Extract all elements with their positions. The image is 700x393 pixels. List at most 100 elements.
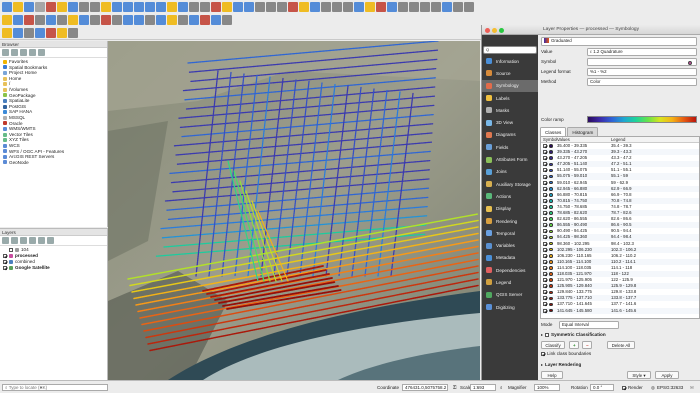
toolbar-button[interactable] <box>244 2 254 12</box>
class-visible-checkbox[interactable] <box>543 229 547 234</box>
remove-class-button[interactable]: − <box>582 341 592 349</box>
expand-all-icon[interactable] <box>29 237 36 244</box>
toolbar-button[interactable] <box>57 2 67 12</box>
class-symbol-swatch[interactable] <box>549 229 553 234</box>
toolbar-button[interactable] <box>24 2 34 12</box>
toolbar-button[interactable] <box>112 15 122 25</box>
toolbar-button[interactable] <box>167 15 177 25</box>
toolbar-button[interactable] <box>2 15 12 25</box>
browser-item[interactable]: GeoNode <box>0 160 107 166</box>
class-visible-checkbox[interactable] <box>543 284 547 289</box>
toolbar-button[interactable] <box>178 15 188 25</box>
nav-item-3d-view[interactable]: 3D View <box>482 116 538 128</box>
class-visible-checkbox[interactable] <box>543 272 547 277</box>
toolbar-button[interactable] <box>101 2 111 12</box>
layer-visibility-checkbox[interactable] <box>3 260 7 264</box>
toolbar-button[interactable] <box>156 15 166 25</box>
renderer-select[interactable]: Graduated <box>541 37 697 46</box>
class-symbol-swatch[interactable] <box>549 302 553 307</box>
class-visible-checkbox[interactable] <box>543 156 547 161</box>
mode-select[interactable]: Equal Interval <box>559 321 619 329</box>
class-symbol-swatch[interactable] <box>549 272 553 276</box>
toolbar-button[interactable] <box>123 15 133 25</box>
classify-button[interactable]: Classify <box>541 341 565 349</box>
toolbar-button[interactable] <box>145 2 155 12</box>
toolbar-button[interactable] <box>211 2 221 12</box>
add-group-icon[interactable] <box>11 237 18 244</box>
class-symbol-swatch[interactable] <box>549 174 553 179</box>
toolbar-button[interactable] <box>321 2 331 12</box>
toolbar-button[interactable] <box>167 2 177 12</box>
toolbar-button[interactable] <box>79 2 89 12</box>
class-symbol-swatch[interactable] <box>549 180 553 185</box>
value-expression-field[interactable]: ε 1.2 Quadrature <box>587 48 697 56</box>
nav-item-temporal[interactable]: Temporal <box>482 227 538 239</box>
collapse-arrow-icon[interactable]: ▸ <box>541 332 543 337</box>
tab-histogram[interactable]: Histogram <box>567 127 599 136</box>
toolbar-button[interactable] <box>431 2 441 12</box>
toolbar-button[interactable] <box>13 28 23 38</box>
magnifier-field[interactable]: 100% <box>534 383 560 391</box>
close-window-icon[interactable] <box>485 27 490 33</box>
column-symbol[interactable]: Symbol <box>541 137 557 142</box>
filter-icon[interactable] <box>20 49 27 56</box>
toolbar-button[interactable] <box>156 2 166 12</box>
class-row[interactable]: 141.645 - 145.580 141.6 - 145.6 <box>541 307 699 314</box>
toolbar-button[interactable] <box>332 2 342 12</box>
class-visible-checkbox[interactable] <box>543 302 547 307</box>
nav-item-fields[interactable]: Fields <box>482 141 538 153</box>
minimize-window-icon[interactable] <box>492 27 497 33</box>
refresh-icon[interactable] <box>11 49 18 56</box>
add-class-button[interactable]: + <box>569 341 579 349</box>
add-layer-icon[interactable] <box>2 49 9 56</box>
delete-all-button[interactable]: Delete All <box>607 341 635 349</box>
class-symbol-swatch[interactable] <box>549 308 553 313</box>
class-symbol-swatch[interactable] <box>549 168 553 173</box>
toolbar-button[interactable] <box>453 2 463 12</box>
nav-item-joins[interactable]: Joins <box>482 166 538 178</box>
layer-visibility-checkbox[interactable] <box>3 266 7 270</box>
toolbar-button[interactable] <box>354 2 364 12</box>
toolbar-button[interactable] <box>2 28 12 38</box>
filter-legend-icon[interactable] <box>20 237 27 244</box>
class-visible-checkbox[interactable] <box>543 235 547 240</box>
class-visible-checkbox[interactable] <box>543 308 547 313</box>
toolbar-button[interactable] <box>123 2 133 12</box>
toolbar-button[interactable] <box>134 15 144 25</box>
toolbar-button[interactable] <box>101 15 111 25</box>
class-symbol-swatch[interactable] <box>549 260 553 264</box>
nav-item-rendering[interactable]: Rendering <box>482 215 538 227</box>
properties-search-input[interactable]: Q <box>483 46 537 54</box>
class-symbol-swatch[interactable] <box>549 266 553 270</box>
column-values[interactable]: Values <box>557 137 611 142</box>
toolbar-button[interactable] <box>376 2 386 12</box>
class-symbol-swatch[interactable] <box>549 278 553 282</box>
map-canvas[interactable] <box>108 41 480 380</box>
locate-search-input[interactable]: ⌕ Type to locate (⌘K) <box>2 383 108 391</box>
layer-item[interactable]: Google Satellite <box>0 265 107 271</box>
nav-item-attributes-form[interactable]: Attributes Form <box>482 153 538 165</box>
toolbar-button[interactable] <box>222 15 232 25</box>
class-visible-checkbox[interactable] <box>543 223 547 228</box>
class-symbol-swatch[interactable] <box>549 205 553 209</box>
class-symbol-swatch[interactable] <box>549 199 553 203</box>
crs-button[interactable]: ◍ EPSG:32633 <box>651 384 683 391</box>
maximize-window-icon[interactable] <box>499 27 504 33</box>
class-visible-checkbox[interactable] <box>543 290 547 295</box>
toolbar-button[interactable] <box>57 28 67 38</box>
class-visible-checkbox[interactable] <box>543 174 547 179</box>
nav-item-labels[interactable]: Labels <box>482 92 538 104</box>
toolbar-button[interactable] <box>442 2 452 12</box>
class-symbol-swatch[interactable] <box>549 156 553 161</box>
toolbar-button[interactable] <box>233 2 243 12</box>
layer-rendering-row[interactable]: ▸ Layer Rendering <box>541 362 581 367</box>
class-symbol-swatch[interactable] <box>549 284 553 288</box>
class-symbol-swatch[interactable] <box>549 247 553 252</box>
nav-item-display[interactable]: Display <box>482 203 538 215</box>
class-symbol-swatch[interactable] <box>549 217 553 221</box>
class-visible-checkbox[interactable] <box>543 180 547 185</box>
class-visible-checkbox[interactable] <box>543 278 547 283</box>
messages-icon[interactable]: ✉ <box>690 384 694 391</box>
toolbar-button[interactable] <box>35 2 45 12</box>
toolbar-button[interactable] <box>46 2 56 12</box>
